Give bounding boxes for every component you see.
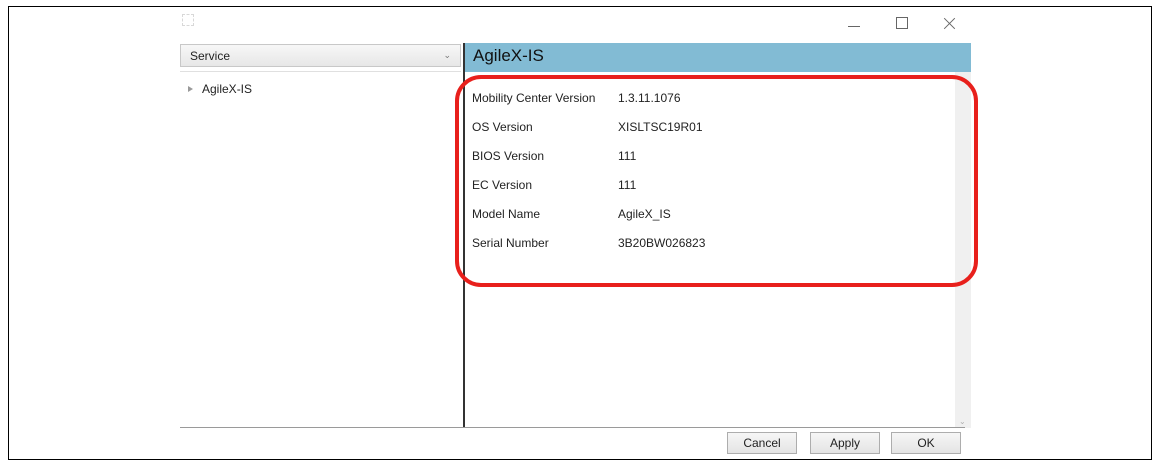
scroll-down-icon[interactable]: ⌄: [959, 417, 966, 426]
close-icon: [944, 17, 956, 29]
app-icon: [182, 14, 194, 26]
apply-button[interactable]: Apply: [810, 432, 880, 454]
minimize-button[interactable]: [832, 8, 876, 38]
maximize-icon: [896, 17, 908, 29]
maximize-button[interactable]: [880, 8, 924, 38]
minimize-icon: [848, 25, 860, 27]
tree-item-label: AgileX-IS: [202, 82, 253, 96]
device-tree: AgileX-IS: [180, 71, 461, 428]
highlight-annotation: [455, 75, 978, 287]
service-dropdown-value: Service: [190, 48, 231, 63]
divider: [180, 427, 965, 428]
close-button[interactable]: [928, 8, 972, 38]
details-title: AgileX-IS: [473, 46, 544, 65]
service-dropdown[interactable]: Service ⌄: [180, 44, 461, 67]
expand-arrow-icon[interactable]: [188, 86, 193, 92]
title-bar: [0, 0, 1162, 40]
ok-button[interactable]: OK: [891, 432, 961, 454]
details-header: AgileX-IS: [465, 43, 971, 72]
chevron-down-icon: ⌄: [443, 50, 451, 60]
tree-item-agilex-is[interactable]: AgileX-IS: [188, 81, 252, 97]
cancel-button[interactable]: Cancel: [727, 432, 797, 454]
sidebar: Service ⌄ AgileX-IS: [180, 44, 463, 427]
